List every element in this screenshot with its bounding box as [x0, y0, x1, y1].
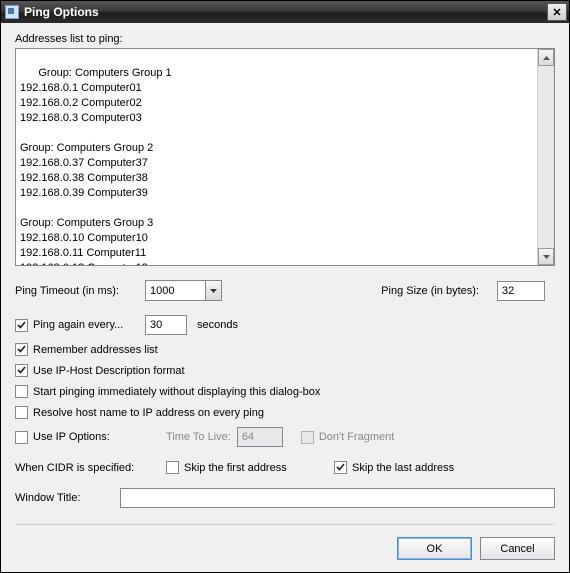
ping-again-input[interactable]	[145, 315, 187, 335]
window-title: Ping Options	[24, 5, 547, 19]
iphost-checkbox[interactable]	[15, 364, 28, 377]
chevron-up-icon	[543, 56, 550, 60]
buttons-row: OK Cancel	[15, 527, 555, 560]
scroll-up-button[interactable]	[538, 49, 554, 66]
ttl-input	[237, 427, 283, 447]
window-title-row: Window Title:	[15, 488, 555, 508]
scroll-track[interactable]	[538, 66, 554, 248]
client-area: Addresses list to ping: Group: Computers…	[1, 23, 569, 572]
button-separator	[15, 524, 555, 525]
start-immed-checkbox[interactable]	[15, 385, 28, 398]
ping-timeout-dropdown[interactable]	[205, 280, 222, 301]
window-title-label: Window Title:	[15, 492, 120, 504]
ping-timeout-label: Ping Timeout (in ms):	[15, 285, 145, 297]
resolve-label: Resolve host name to IP address on every…	[33, 407, 264, 419]
ping-again-label: Ping again every...	[33, 319, 145, 331]
ping-timeout-combo[interactable]	[145, 280, 222, 301]
close-icon: ✕	[552, 6, 561, 19]
cidr-row: When CIDR is specified: Skip the first a…	[15, 461, 555, 474]
remember-row: Remember addresses list	[15, 343, 555, 356]
start-immed-row: Start pinging immediately without displa…	[15, 385, 555, 398]
window-title-input[interactable]	[120, 488, 555, 508]
use-ipopts-label: Use IP Options:	[33, 431, 166, 443]
ping-again-row: Ping again every... seconds	[15, 315, 555, 335]
close-button[interactable]: ✕	[547, 3, 567, 21]
addresses-scrollbar[interactable]	[537, 49, 554, 265]
ttl-label: Time To Live:	[166, 431, 231, 443]
ping-timeout-input[interactable]	[145, 280, 205, 301]
skip-first-checkbox[interactable]	[166, 461, 179, 474]
resolve-row: Resolve host name to IP address on every…	[15, 406, 555, 419]
dont-fragment-checkbox	[301, 431, 314, 444]
ping-size-input[interactable]	[497, 281, 545, 301]
ipopts-row: Use IP Options: Time To Live: Don't Frag…	[15, 427, 555, 447]
use-ipopts-checkbox[interactable]	[15, 431, 28, 444]
ping-size-label: Ping Size (in bytes):	[381, 285, 479, 297]
addresses-label: Addresses list to ping:	[15, 33, 555, 45]
iphost-row: Use IP-Host Description format	[15, 364, 555, 377]
dont-fragment-label: Don't Fragment	[319, 431, 394, 443]
addresses-textarea[interactable]: Group: Computers Group 1 192.168.0.1 Com…	[15, 48, 555, 266]
skip-first-label: Skip the first address	[184, 462, 334, 474]
addresses-text: Group: Computers Group 1 192.168.0.1 Com…	[20, 67, 172, 266]
remember-checkbox[interactable]	[15, 343, 28, 356]
skip-last-label: Skip the last address	[352, 462, 454, 474]
ping-again-checkbox[interactable]	[15, 319, 28, 332]
remember-label: Remember addresses list	[33, 344, 158, 356]
chevron-down-icon	[210, 289, 217, 293]
skip-last-checkbox[interactable]	[334, 461, 347, 474]
cidr-label: When CIDR is specified:	[15, 462, 166, 474]
iphost-label: Use IP-Host Description format	[33, 365, 185, 377]
titlebar: Ping Options ✕	[1, 1, 569, 23]
scroll-down-button[interactable]	[538, 248, 554, 265]
chevron-down-icon	[543, 255, 550, 259]
ping-options-dialog: Ping Options ✕ Addresses list to ping: G…	[0, 0, 570, 573]
app-icon	[5, 5, 19, 19]
ping-again-unit: seconds	[197, 319, 238, 331]
start-immed-label: Start pinging immediately without displa…	[33, 386, 320, 398]
cancel-button[interactable]: Cancel	[480, 537, 555, 560]
resolve-checkbox[interactable]	[15, 406, 28, 419]
timeout-size-row: Ping Timeout (in ms): Ping Size (in byte…	[15, 280, 555, 301]
ok-button[interactable]: OK	[397, 537, 472, 560]
